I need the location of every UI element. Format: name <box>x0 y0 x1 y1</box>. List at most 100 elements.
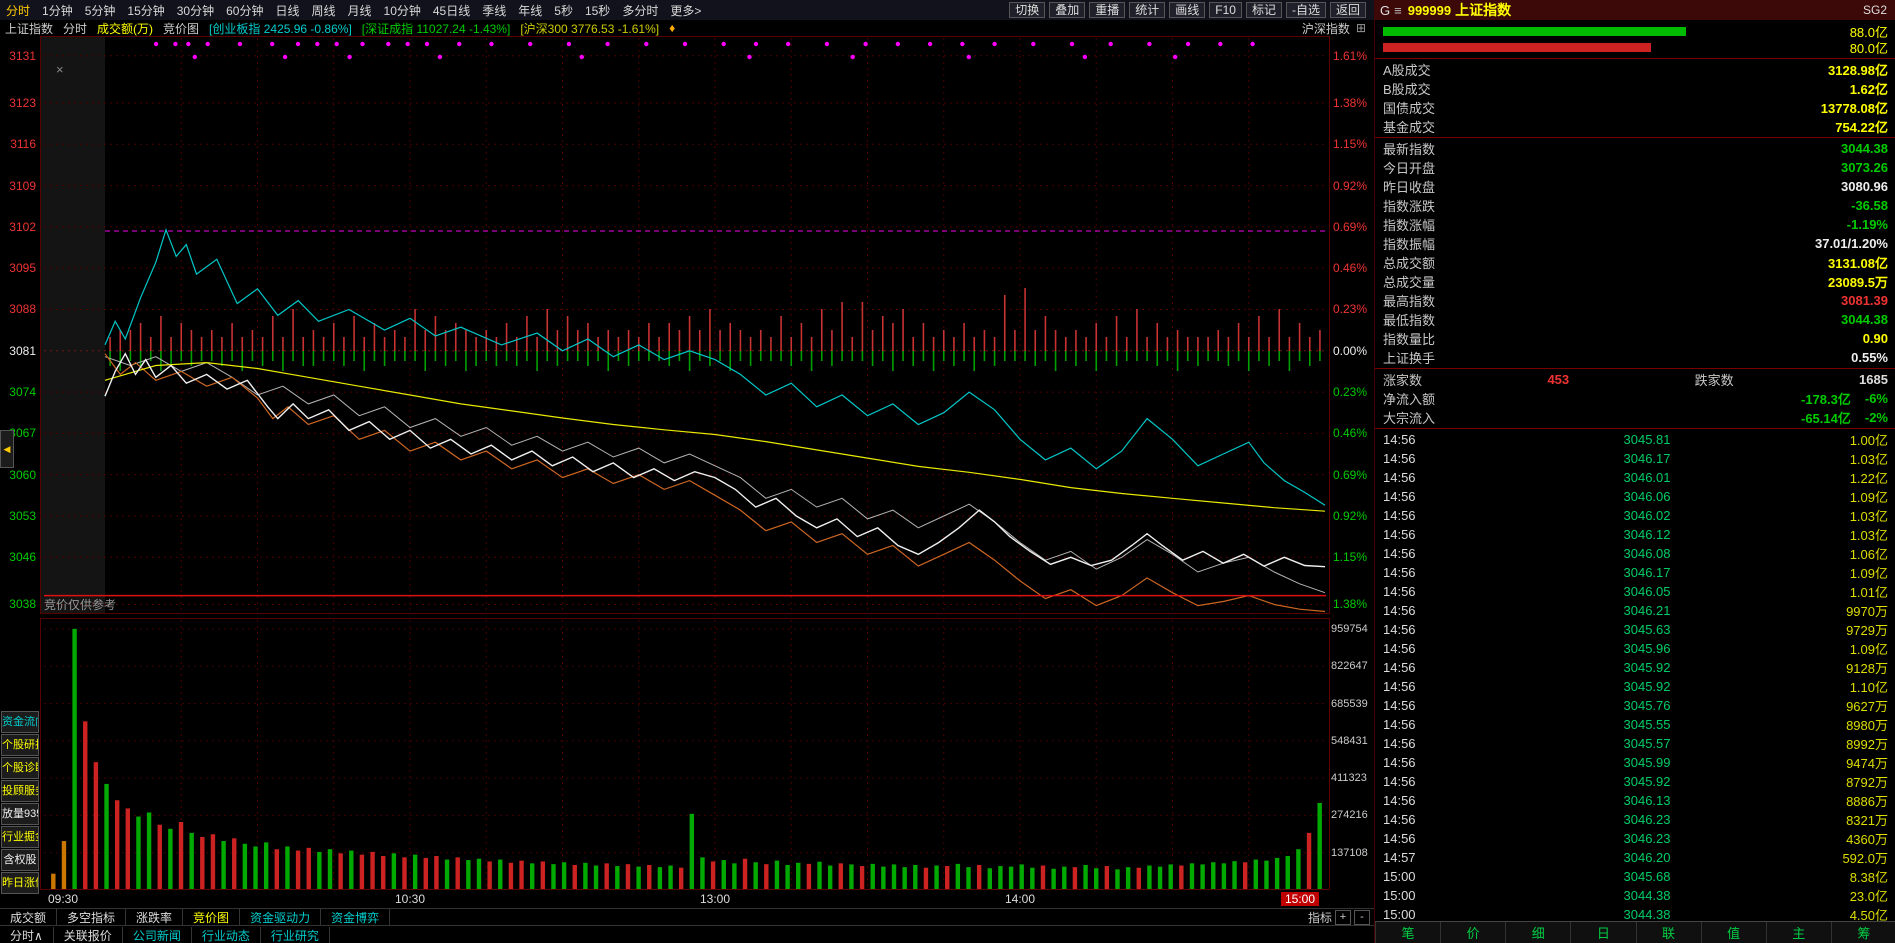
tick-price: 3045.76 <box>1623 698 1671 713</box>
panel-tab[interactable]: 主 <box>1765 922 1831 943</box>
overlay-quote[interactable]: [沪深300 3776.53 -1.61%] <box>515 20 664 37</box>
timeframe-item[interactable]: 季线 <box>476 2 512 19</box>
indicator-tab[interactable]: 资金驱动力 <box>240 908 322 926</box>
tick-price: 3045.92 <box>1623 679 1671 694</box>
indicator-tabs-right: 指标 + - <box>1308 909 1374 926</box>
indicator-tab[interactable]: 多空指标 <box>57 908 127 926</box>
quote-label: 总成交量 <box>1383 275 1436 290</box>
chart-header-item[interactable]: 分时 <box>58 20 92 37</box>
hamburger-icon[interactable]: ≡ <box>1394 3 1408 18</box>
tick-volume: 8992万 <box>1846 737 1888 752</box>
chart-header-item[interactable]: 竞价图 <box>158 20 204 37</box>
separator <box>1375 428 1895 429</box>
panel-tab[interactable]: 值 <box>1700 922 1766 943</box>
overlay-quote[interactable]: [深证成指 11027.24 -1.43%] <box>357 20 516 37</box>
tick-volume: 8321万 <box>1846 813 1888 828</box>
money-flow-row: 净流入额 -178.3亿 -6% <box>1375 389 1895 408</box>
info-tabs: 分时∧ 关联报价 公司新闻 行业动态 行业研究 <box>0 925 1374 943</box>
timeframe-item[interactable]: 1分钟 <box>36 2 79 19</box>
toolbar-button[interactable]: 重播 <box>1089 2 1126 18</box>
volume-scale-label: 959754 <box>1331 622 1368 635</box>
info-tab[interactable]: 公司新闻 <box>123 926 192 943</box>
panel-tab[interactable]: 价 <box>1440 922 1505 943</box>
panel-tab[interactable]: 细 <box>1505 922 1570 943</box>
timeframe-item[interactable]: 年线 <box>512 2 548 19</box>
tick-volume: 1.06亿 <box>1849 547 1888 562</box>
indicator-label[interactable]: 指标 <box>1308 909 1332 926</box>
price-label: 3116 <box>10 137 36 152</box>
tick-price: 3044.38 <box>1623 907 1671 921</box>
info-tab[interactable]: 行业动态 <box>192 926 261 943</box>
add-indicator-button[interactable]: + <box>1335 909 1351 925</box>
panel-tab[interactable]: 笔 <box>1375 922 1440 943</box>
info-tab[interactable]: 关联报价 <box>54 926 123 943</box>
timeframe-item[interactable]: 5分钟 <box>79 2 122 19</box>
indicator-tab[interactable]: 成交额 <box>0 908 58 926</box>
panel-tab[interactable]: 筹 <box>1830 922 1895 943</box>
toolbar-button[interactable]: 标记 <box>1245 2 1282 18</box>
intraday-chart[interactable]: × 竞价仅供参考 <box>40 36 1330 892</box>
toolbar-button[interactable]: 画线 <box>1169 2 1206 18</box>
timeframe-item[interactable]: 分时 <box>0 2 36 19</box>
gauge-bar <box>1383 42 1651 52</box>
toolbar-button[interactable]: 返回 <box>1329 2 1366 18</box>
index-board-link[interactable]: 沪深指数 <box>1302 20 1356 37</box>
up-count-value: 453 <box>1547 372 1570 387</box>
collapse-arrow-icon[interactable]: ◀ <box>0 430 14 468</box>
quote-label: 国债成交 <box>1383 101 1436 116</box>
toolbar-button[interactable]: 统计 <box>1129 2 1166 18</box>
timeframe-item[interactable]: 多分时 <box>616 2 664 19</box>
pct-label: 1.15% <box>1333 137 1368 152</box>
indicator-tab[interactable]: 资金博弈 <box>321 908 391 926</box>
side-button[interactable]: 昨日涨停 <box>1 872 39 894</box>
tick-row: 14:56 3045.76 9627万 <box>1375 696 1895 715</box>
remove-indicator-button[interactable]: - <box>1354 909 1370 925</box>
side-button[interactable]: 含权股 <box>1 849 39 871</box>
toolbar-button[interactable]: 切换 <box>1009 2 1046 18</box>
timeframe-item[interactable]: 15分钟 <box>121 2 170 19</box>
timeframe-item[interactable]: 30分钟 <box>171 2 220 19</box>
toolbar-button[interactable]: 叠加 <box>1049 2 1086 18</box>
timeframe-item[interactable]: 15秒 <box>579 2 616 19</box>
pct-label: 0.23% <box>1333 302 1368 317</box>
indicator-tab[interactable]: 涨跌率 <box>126 908 184 926</box>
chart-canvas[interactable] <box>40 36 1330 892</box>
chart-header-item[interactable]: 成交额(万) <box>92 20 158 37</box>
timeframe-item[interactable]: 月线 <box>342 2 378 19</box>
overlay-quote[interactable]: [创业板指 2425.96 -0.86%] <box>204 20 357 37</box>
panel-tab[interactable]: 日 <box>1570 922 1635 943</box>
side-button[interactable]: 放量935 <box>1 803 39 825</box>
timeframe-item[interactable]: 5秒 <box>548 2 579 19</box>
side-button[interactable]: 个股诊断 <box>1 757 39 779</box>
tick-time: 14:56 <box>1383 812 1416 827</box>
timeframe-item[interactable]: 日线 <box>269 2 305 19</box>
pct-label: 0.69% <box>1333 219 1368 234</box>
toolbar-button[interactable]: F10 <box>1209 2 1242 18</box>
strength-gauge: 80.0亿 <box>1375 39 1895 56</box>
timeframe-item[interactable]: 更多> <box>664 2 707 19</box>
quote-label: 昨日收盘 <box>1383 180 1436 195</box>
side-button[interactable]: 资金流向 <box>1 711 39 733</box>
panel-tab[interactable]: 联 <box>1635 922 1701 943</box>
side-button[interactable]: 个股研报 <box>1 734 39 756</box>
side-button[interactable]: 行业掘金 <box>1 826 39 848</box>
tick-price: 3045.81 <box>1623 432 1671 447</box>
indicator-tabs: 成交额 多空指标 涨跌率 竞价图 资金驱动力 资金博弈 指标 + - <box>0 908 1374 926</box>
timeframe-item[interactable]: 45日线 <box>427 2 476 19</box>
tick-list: 14:56 3045.81 1.00亿 14:56 3046.17 1.03亿 14:56 3… <box>1375 430 1895 921</box>
close-icon[interactable]: × <box>56 62 64 77</box>
timeframe-item[interactable]: 周线 <box>305 2 341 19</box>
chart-header-item[interactable]: 上证指数 <box>0 20 58 37</box>
price-label: 3046 <box>9 550 36 565</box>
time-axis: 09:30 10:30 13:00 14:00 15:00 <box>40 892 1330 908</box>
toolbar-button[interactable]: -自选 <box>1285 2 1326 18</box>
side-button[interactable]: 投顾服务 <box>1 780 39 802</box>
indicator-tab[interactable]: 竞价图 <box>183 908 241 926</box>
panel-grid-icon[interactable]: ⊞ <box>1356 21 1366 35</box>
pct-label: 0.23% <box>1333 385 1368 400</box>
timeframe-item[interactable]: 10分钟 <box>378 2 427 19</box>
info-tab[interactable]: 分时∧ <box>0 926 54 943</box>
timeframe-item[interactable]: 60分钟 <box>220 2 269 19</box>
info-tab[interactable]: 行业研究 <box>261 926 330 943</box>
price-label: 3123 <box>9 95 36 110</box>
